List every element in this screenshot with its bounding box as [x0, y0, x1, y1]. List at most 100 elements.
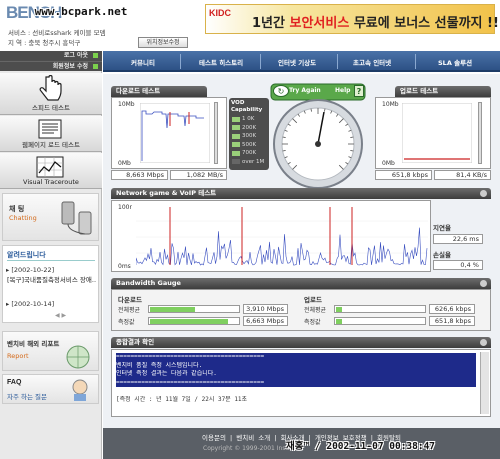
notice-box: 알려드립니다 ▸ [2002-10-22] [복구]국내품질측정서비스 장애..…	[2, 245, 99, 323]
nav-community[interactable]: 커뮤니티	[131, 57, 155, 67]
download-graph-panel: 10Mb 0Mb	[111, 97, 227, 169]
faq-box[interactable]: FAQ 자주 하는 질문	[2, 374, 99, 404]
result-line: 인터넷 측정 결과는 다음과 같습니다.	[116, 370, 476, 379]
result-line	[116, 387, 476, 396]
try-again-button[interactable]: Try Again	[289, 87, 321, 94]
bandwidth-down-avg-value: 3,910 Mbps	[243, 304, 288, 314]
download-scale-bar	[214, 102, 218, 164]
refresh-icon[interactable]: ↻	[273, 85, 289, 97]
network-latency-graph	[136, 207, 428, 266]
help-question-icon[interactable]: ?	[354, 85, 364, 97]
download-mbs-value: 1,082 MB/s	[170, 170, 227, 180]
bandwidth-down-avg-bar	[148, 305, 240, 313]
upload-graph-panel: 10Mb 0Mb	[375, 97, 491, 169]
report-subtitle: Report	[7, 352, 29, 360]
section-indicator-icon	[480, 280, 487, 287]
menu-page-load[interactable]: 웹페이지 로드 테스트	[0, 116, 102, 152]
globe-icon	[66, 345, 90, 369]
result-text: ========================================…	[116, 353, 476, 404]
result-line: ========================================…	[116, 378, 476, 387]
upload-scale-bar	[478, 102, 482, 164]
logout-link[interactable]: 로그 아웃	[0, 51, 102, 61]
upload-kbs-value: 81,4 KB/s	[434, 170, 491, 180]
download-max-label: 10Mb	[118, 101, 135, 108]
vod-level-item: over 1M	[232, 158, 268, 167]
nav-broadband[interactable]: 초고속 인터넷	[353, 57, 391, 67]
bandwidth-up-avg-value: 626,6 kbps	[429, 304, 475, 314]
notice-item[interactable]: ▸ [2002-10-22]	[6, 266, 54, 274]
page-list-icon	[38, 119, 62, 139]
menu-speed-test[interactable]: 스피드 테스트	[0, 73, 102, 115]
notice-divider	[7, 260, 95, 261]
vod-level-item: 200K	[232, 124, 268, 133]
capture-timestamp: 재홍™ / 2002-11-07 00:38:47	[286, 441, 436, 452]
edit-location-button[interactable]: 위치정보수정	[138, 37, 188, 48]
vod-level-led-icon	[232, 159, 240, 165]
notice-item[interactable]: ▸ [2002-10-14]	[6, 300, 54, 308]
bandwidth-down-avg-label: 전체평균	[118, 307, 141, 314]
download-min-label: 0Mb	[118, 160, 131, 167]
bandwidth-down-now-bar	[148, 317, 240, 325]
bandwidth-down-title: 다운로드	[118, 296, 142, 304]
upload-graph	[402, 103, 472, 163]
faq-title: FAQ	[7, 379, 22, 386]
speed-gauge: ↻ Try Again Help ?	[269, 82, 367, 190]
vod-level-list: 1 0K 200K 300K 500K 700K over 1M	[232, 115, 268, 166]
vod-level-led-icon	[232, 116, 240, 122]
upload-mbps-value: 651,8 kbps	[375, 170, 432, 180]
nav-test-history[interactable]: 테스트 히스토리	[199, 57, 243, 67]
section-indicator-icon	[480, 190, 487, 197]
hand-pointer-icon	[39, 75, 62, 101]
bandwidth-fill	[150, 307, 195, 312]
bandwidth-header: Bandwidth Gauge	[111, 278, 491, 289]
nav-separator	[260, 54, 261, 69]
vod-title: VOD Capability	[231, 100, 263, 113]
bandwidth-up-avg-label: 전체평균	[304, 307, 327, 314]
ad-banner[interactable]: KIDC 1년간 보안서비스 무료에 보너스 선물까지 !!	[205, 4, 499, 34]
result-scrollbar[interactable]	[480, 352, 489, 414]
latency-line	[136, 227, 428, 266]
vod-capability-panel: VOD Capability 1 0K 200K 300K 500K 700K over …	[229, 98, 269, 170]
menu-visual-traceroute[interactable]: Visual Traceroute	[0, 153, 102, 189]
chatting-box[interactable]: 채 팅 Chatting	[2, 193, 99, 241]
speed-gauge-dial	[270, 83, 366, 189]
nav-separator	[180, 54, 181, 69]
nav-sla-solution[interactable]: SLA 솔루션	[438, 57, 472, 67]
vod-level-led-icon	[232, 125, 240, 131]
network-test-header: Network game & VoIP 테스트	[111, 188, 491, 199]
left-sidebar: 로그 아웃 회원정보 수정 스피드 테스트 웹페이지 로드 테스트 Visual…	[0, 51, 102, 459]
vod-level-led-icon	[232, 150, 240, 156]
section-indicator-icon	[480, 339, 487, 346]
nav-separator	[415, 54, 416, 69]
help-button[interactable]: Help	[335, 87, 350, 94]
result-textarea[interactable]: ========================================…	[111, 349, 491, 417]
bandwidth-fill	[150, 319, 229, 324]
loss-label: 손실율	[433, 251, 451, 259]
vod-level-item: 300K	[232, 132, 268, 141]
member-edit-dot-icon	[93, 64, 98, 69]
menu-page-load-label: 웹페이지 로드 테스트	[22, 141, 80, 149]
notice-nav-arrows[interactable]: ◀ ▶	[55, 312, 66, 319]
vod-level-led-icon	[232, 133, 240, 139]
notice-item-text[interactable]: [복구]국내품질측정서비스 장애..	[7, 276, 97, 285]
bandwidth-up-now-label: 측정값	[304, 319, 321, 326]
delay-label: 지연율	[433, 224, 451, 232]
bandwidth-fill	[336, 307, 343, 312]
member-edit-link[interactable]: 회원정보 수정	[0, 61, 102, 71]
nav-internet-weather[interactable]: 인터넷 기상도	[278, 57, 316, 67]
footer-copyright: Copyright © 1999-2001 Insun	[203, 445, 294, 452]
vod-level-item: 1 0K	[232, 115, 268, 124]
bandwidth-up-avg-bar	[334, 305, 426, 313]
delay-value: 22,6 ms	[433, 234, 483, 244]
bandwidth-up-title: 업로드	[304, 296, 322, 304]
result-header: 종합결과 확인	[111, 337, 491, 348]
vod-level-led-icon	[232, 142, 240, 148]
download-mbps-value: 8,663 Mbps	[111, 170, 168, 180]
vod-level-item: 700K	[232, 149, 268, 158]
notice-title: 알려드립니다	[7, 251, 46, 259]
report-box[interactable]: 벤치비 해외 리포트 Report	[2, 331, 99, 371]
top-navigation: 커뮤니티 테스트 히스토리 인터넷 기상도 초고속 인터넷 SLA 솔루션	[103, 51, 500, 72]
loss-value: 0,4 %	[433, 260, 483, 270]
network-min-label: 0ms	[118, 263, 131, 270]
chatting-subtitle: Chatting	[9, 214, 37, 222]
